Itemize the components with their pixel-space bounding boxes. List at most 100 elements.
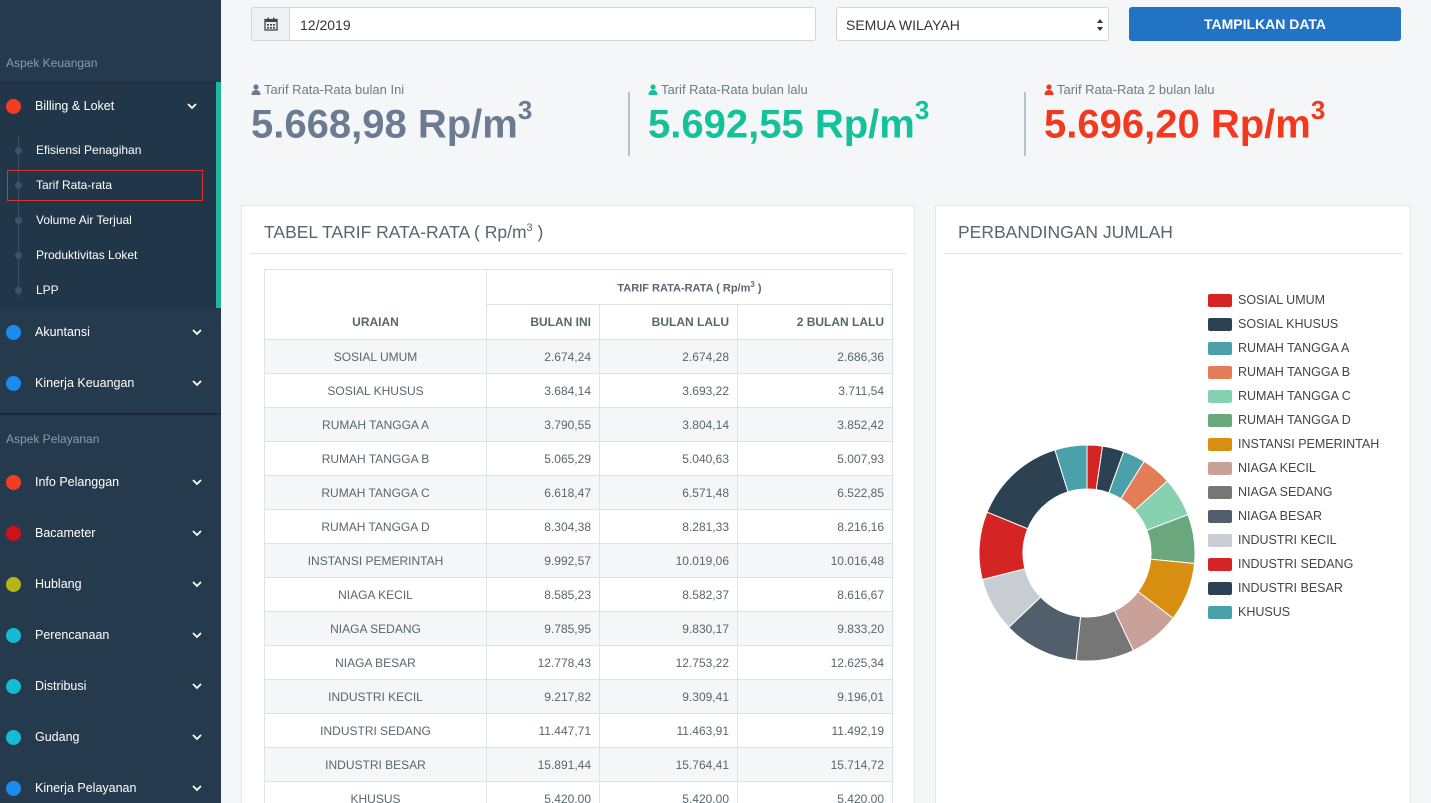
section-label-keuangan: Aspek Keuangan [6,56,98,70]
cell-value: 15.714,72 [736,747,894,782]
group-header-text-end: ) [754,282,762,295]
akuntansi-dot-icon [6,325,21,340]
stat-unit-superscript: 3 [517,95,533,125]
cell-value: 8.281,33 [599,509,738,544]
menu-kinerja-keuangan[interactable]: Kinerja Keuangan [0,363,221,403]
bullet-icon [15,287,22,294]
menu-kinerja-pelayanan[interactable]: Kinerja Pelayanan [0,768,221,803]
menu-hublang[interactable]: Hublang [0,564,221,604]
submenu-volume-air-terjual[interactable]: Volume Air Terjual [0,205,216,235]
legend-swatch [1208,342,1232,355]
stat-unit-superscript: 3 [914,95,930,125]
menu-dot-icon [6,577,21,592]
cell-value: 9.830,17 [599,611,738,646]
cell-value: 3.852,42 [736,407,894,442]
cell-uraian: SOSIAL KHUSUS [264,373,487,408]
legend-swatch [1208,606,1232,619]
wilayah-value: SEMUA WILAYAH [846,17,960,33]
legend-label: NIAGA KECIL [1238,461,1316,475]
cell-value: 3.804,14 [599,407,738,442]
cell-value: 5.007,93 [736,441,894,476]
legend-swatch [1208,414,1232,427]
chevron-down-icon [192,683,202,690]
cell-uraian: NIAGA KECIL [264,577,487,612]
submenu-efisiensi-penagihan[interactable]: Efisiensi Penagihan [0,135,216,165]
stat-divider [628,92,630,156]
menu-label: Bacameter [35,526,96,540]
legend-label: SOSIAL UMUM [1238,293,1326,307]
cell-value: 6.522,85 [736,475,894,510]
stat-caption: Tarif Rata-Rata 2 bulan lalu [1044,82,1325,97]
cell-uraian: INDUSTRI SEDANG [264,713,487,748]
menu-akuntansi[interactable]: Akuntansi [0,312,221,352]
bullet-icon [15,147,22,154]
stat-caption: Tarif Rata-Rata bulan Ini [251,82,532,97]
legend-label: SOSIAL KHUSUS [1238,317,1339,331]
table-row: RUMAH TANGGA C 6.618,47 6.571,48 6.522,85 [264,475,894,510]
cell-uraian: KHUSUS [264,781,487,803]
user-icon [1044,84,1054,95]
legend-swatch [1208,510,1232,523]
legend-label: NIAGA SEDANG [1238,485,1333,499]
submenu-lpp[interactable]: LPP [0,275,216,305]
cell-value: 9.833,20 [736,611,894,646]
stat-divider [1024,92,1026,156]
cell-value: 9.785,95 [486,611,600,646]
cell-value: 11.492,19 [736,713,894,748]
table-row: SOSIAL UMUM 2.674,24 2.674,28 2.686,36 [264,339,894,374]
submenu-produktivitas-loket[interactable]: Produktivitas Loket [0,240,216,270]
table-row: INDUSTRI SEDANG 11.447,71 11.463,91 11.492,… [264,713,894,748]
chevron-down-icon [192,530,202,537]
group-header-tarif: TARIF RATA-RATA ( Rp/m3 ) [485,269,894,305]
menu-label: Gudang [35,730,80,744]
cell-value: 6.571,48 [599,475,738,510]
cell-value: 2.686,36 [736,339,894,374]
legend-label: RUMAH TANGGA D [1238,413,1351,427]
stat-bulan-ini: Tarif Rata-Rata bulan Ini 5.668,98 Rp/m3 [251,82,532,147]
cell-uraian: NIAGA BESAR [264,645,487,680]
menu-bacameter[interactable]: Bacameter [0,513,221,553]
legend-swatch [1208,438,1232,451]
cell-value: 10.016,48 [736,543,894,578]
column-header-bulan-ini: BULAN INI [486,304,600,340]
section-divider [0,413,221,415]
table-row: RUMAH TANGGA B 5.065,29 5.040,63 5.007,93 [264,441,894,476]
submenu-label: Produktivitas Loket [36,248,138,262]
legend-swatch [1208,558,1232,571]
cell-uraian: INDUSTRI BESAR [264,747,487,782]
donut-chart [978,444,1196,662]
menu-billing-loket[interactable]: Billing & Loket [0,86,221,126]
menu-info-pelanggan[interactable]: Info Pelanggan [0,462,221,502]
group-header-text: TARIF RATA-RATA ( Rp/m [617,282,751,295]
cell-value: 10.019,06 [599,543,738,578]
cell-value: 5.420,00 [736,781,894,803]
panel-divider [250,253,906,254]
column-header-bulan-lalu: BULAN LALU [599,304,738,340]
submenu-label: Volume Air Terjual [36,213,132,227]
menu-gudang[interactable]: Gudang [0,717,221,757]
cell-value: 8.216,16 [736,509,894,544]
legend-label: INDUSTRI SEDANG [1238,557,1354,571]
menu-label: Kinerja Pelayanan [35,781,137,795]
user-icon [648,84,658,95]
menu-dot-icon [6,730,21,745]
stat-caption-text: Tarif Rata-Rata bulan Ini [264,82,405,97]
table-row: SOSIAL KHUSUS 3.684,14 3.693,22 3.711,54 [264,373,894,408]
cell-value: 15.891,44 [486,747,600,782]
cell-value: 11.447,71 [486,713,600,748]
menu-perencanaan[interactable]: Perencanaan [0,615,221,655]
cell-value: 8.304,38 [486,509,600,544]
tarif-table: URAIAN TARIF RATA-RATA ( Rp/m3 ) BULAN I… [264,269,894,803]
cell-uraian: RUMAH TANGGA B [264,441,487,476]
menu-distribusi[interactable]: Distribusi [0,666,221,706]
calendar-addon[interactable] [252,8,290,40]
cell-value: 5.065,29 [486,441,600,476]
wilayah-select[interactable]: SEMUA WILAYAH [836,7,1109,41]
tampilkan-data-button[interactable]: TAMPILKAN DATA [1129,7,1401,41]
legend-swatch [1208,366,1232,379]
legend-label: INSTANSI PEMERINTAH [1238,437,1380,451]
cell-value: 8.616,67 [736,577,894,612]
stat-caption: Tarif Rata-Rata bulan lalu [648,82,929,97]
period-date-picker[interactable]: 12/2019 [251,7,816,41]
stat-caption-text: Tarif Rata-Rata 2 bulan lalu [1057,82,1215,97]
